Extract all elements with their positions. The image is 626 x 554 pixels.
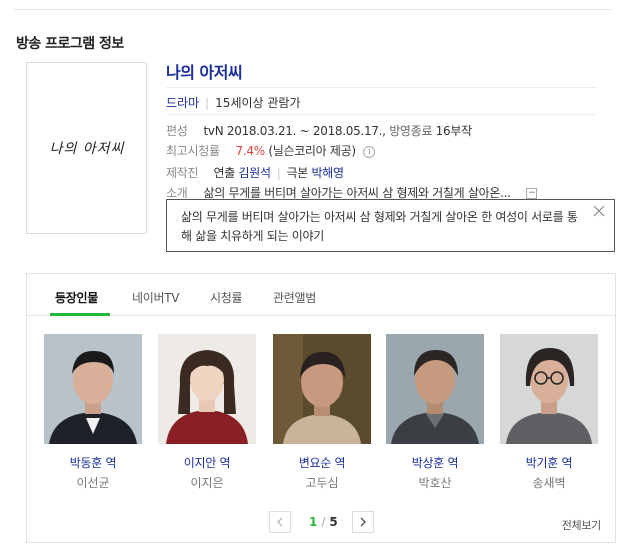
chevron-left-icon [277,517,283,527]
program-poster[interactable]: 나의 아저씨 [26,62,147,234]
cast-photo[interactable] [386,334,484,444]
director-link[interactable]: 김원석 [239,166,272,180]
intro-short: 삶의 무게를 버티며 살아가는 아저씨 삼 형제와 거칠게 살아온... [203,186,511,200]
cast-card[interactable]: 이지안 역 이지은 [157,334,257,491]
cast-actor-name[interactable]: 송새벽 [499,474,599,491]
cast-card[interactable]: 박상훈 역 박호산 [385,334,485,491]
cast-card[interactable]: 변요순 역 고두심 [272,334,372,491]
genre-row: 드라마 | 15세이상 관람가 [166,94,301,111]
age-rating: 15세이상 관람가 [215,96,301,110]
broadcast-label: 편성 [166,124,188,138]
cast-role-link[interactable]: 박동훈 역 [43,454,143,471]
genre-link[interactable]: 드라마 [166,96,199,110]
staff-label: 제작진 [166,166,199,180]
writer-link[interactable]: 박해영 [312,166,345,180]
cast-photo[interactable] [158,334,256,444]
writer-label: 극본 [286,166,309,180]
episode-count: 16부작 [435,124,472,138]
current-page: 1 [309,515,318,529]
broadcast-row: 편성 tvN 2018.03.21. ~ 2018.05.17., 방영종료 1… [166,124,472,138]
info-icon[interactable]: i [363,145,376,158]
cast-role-link[interactable]: 변요순 역 [272,454,372,471]
view-all-link[interactable]: 전체보기 [562,517,602,533]
page-indicator: 1/5 [309,515,338,529]
chevron-right-icon [360,517,366,527]
viewership-source: (닐슨코리아 제공) [268,144,356,158]
viewership-label: 최고시청률 [166,144,220,158]
section-title: 방송 프로그램 정보 [16,36,124,52]
separator: | [205,96,210,110]
divider [166,114,596,115]
viewership-value: 7.4% [235,144,266,158]
cast-role-link[interactable]: 박기훈 역 [499,454,599,471]
top-divider [14,9,612,10]
svg-text:나의 아저씨: 나의 아저씨 [50,141,126,157]
tab-cast[interactable]: 등장인물 [55,289,98,306]
broadcast-status: 방영종료 [389,124,433,138]
divider [166,87,596,88]
program-title[interactable]: 나의 아저씨 [166,59,243,83]
page-separator: / [321,515,326,529]
cast-role-link[interactable]: 박상훈 역 [385,454,485,471]
cast-actor-name[interactable]: 이지은 [157,474,257,491]
cast-actor-name[interactable]: 고두심 [272,474,372,491]
close-icon[interactable] [593,205,605,217]
collapse-icon[interactable]: − [526,188,538,199]
tab-navertv[interactable]: 네이버TV [132,289,179,306]
tab-ratings[interactable]: 시청률 [210,289,243,306]
cast-role-link[interactable]: 이지안 역 [157,454,257,471]
staff-row: 제작진 연출 김원석 | 극본 박해영 [166,164,344,181]
poster-calligraphy-image: 나의 아저씨 [50,141,126,157]
total-pages: 5 [329,515,338,529]
cast-actor-name[interactable]: 박호산 [385,474,485,491]
separator: | [276,166,281,180]
cast-card[interactable]: 박동훈 역 이선균 [43,334,143,491]
tab-albums[interactable]: 관련앨범 [273,289,316,306]
cast-photo[interactable] [273,334,371,444]
cast-card[interactable]: 박기훈 역 송새벽 [499,334,599,491]
cast-photo[interactable] [44,334,142,444]
active-tab-indicator [50,313,110,316]
next-page-button[interactable] [352,511,374,533]
synopsis-popup: 삶의 무게를 버티며 살아가는 아저씨 삼 형제와 거칠게 살아온 한 여성이 … [166,199,615,252]
cast-panel: 등장인물 네이버TV 시청률 관련앨범 박동훈 역 이선균 이지안 역 이지은 [26,273,616,543]
viewership-row: 최고시청률 7.4% (닐슨코리아 제공) i [166,142,376,159]
synopsis-text: 삶의 무게를 버티며 살아가는 아저씨 삼 형제와 거칠게 살아온 한 여성이 … [181,210,578,243]
tab-bar: 등장인물 네이버TV 시청률 관련앨범 [27,274,615,316]
cast-actor-name[interactable]: 이선균 [43,474,143,491]
cast-photo[interactable] [500,334,598,444]
prev-page-button[interactable] [269,511,291,533]
director-label: 연출 [213,166,236,180]
network: tvN [203,124,224,138]
broadcast-period: 2018.03.21. ~ 2018.05.17. [226,124,383,138]
